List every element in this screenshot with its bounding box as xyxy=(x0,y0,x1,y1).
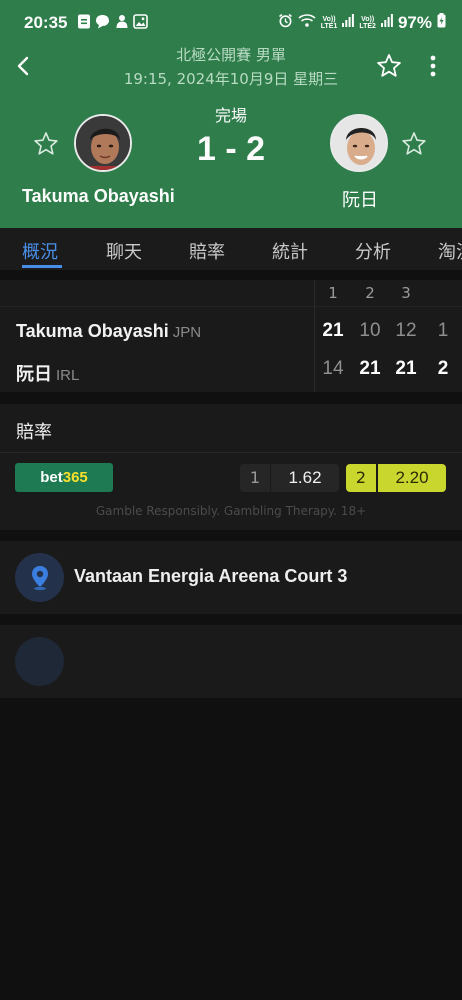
alarm-icon xyxy=(278,13,293,33)
loading-card xyxy=(0,625,462,698)
chat-bubble-icon xyxy=(95,14,110,29)
volte-lte1-label: Vo)) LTE1 xyxy=(320,16,338,30)
back-button[interactable] xyxy=(12,52,36,80)
set-score: 21 xyxy=(395,358,417,379)
match-header: 北極公開賽 男單 19:15, 2024年10月9日 星期三 完場 1 - 2 xyxy=(0,44,462,228)
divider xyxy=(0,452,462,453)
favorite-player-left-button[interactable] xyxy=(32,130,60,158)
player-country: IRL xyxy=(56,367,80,384)
tab-overview[interactable]: 概況 xyxy=(22,238,58,264)
set-header: 2 xyxy=(365,284,375,302)
document-icon xyxy=(76,14,91,29)
match-score: 1 - 2 xyxy=(196,130,266,168)
set-score: 21 xyxy=(359,358,381,379)
odds-title: 賠率 xyxy=(16,422,52,443)
set-header: 1 xyxy=(328,284,338,302)
player-left-avatar[interactable] xyxy=(74,114,132,172)
venue-name: Vantaan Energia Areena Court 3 xyxy=(74,566,348,586)
set-score: 14 xyxy=(322,358,344,379)
more-vertical-icon xyxy=(430,55,436,77)
clock: 20:35 xyxy=(24,13,68,32)
tab-chat[interactable]: 聊天 xyxy=(106,238,142,264)
favorite-player-right-button[interactable] xyxy=(400,130,428,158)
scorecard-player-right: 阮日 IRL xyxy=(16,360,79,386)
player-name: 阮日 xyxy=(16,364,52,384)
player-right-avatar[interactable] xyxy=(330,114,388,172)
tab-stats[interactable]: 統計 xyxy=(272,238,308,264)
placeholder-avatar xyxy=(15,637,64,686)
set-header: 3 xyxy=(401,284,411,302)
set-score: 12 xyxy=(395,320,417,341)
total-sets: 2 xyxy=(437,358,449,379)
tab-knockout[interactable]: 淘汰 xyxy=(438,238,462,264)
set-score: 10 xyxy=(359,320,381,341)
wifi-icon xyxy=(298,13,316,33)
player-left-photo xyxy=(76,116,130,170)
player-right-name[interactable]: 阮日 xyxy=(320,186,400,212)
volte-lte2-label: Vo)) LTE2 xyxy=(359,16,376,30)
set-scores-card: 1 2 3 Takuma Obayashi JPN 21 10 12 1 阮日 IR… xyxy=(0,280,462,392)
player-left-name[interactable]: Takuma Obayashi xyxy=(22,186,175,207)
favorite-match-button[interactable] xyxy=(375,52,403,80)
player-country: JPN xyxy=(172,324,202,341)
star-outline-icon xyxy=(402,132,426,155)
gambling-disclaimer[interactable]: Gamble Responsibly. Gambling Therapy. 18… xyxy=(0,504,462,518)
notification-icons xyxy=(76,14,148,29)
signal-icon xyxy=(342,14,355,32)
set-score: 21 xyxy=(322,320,344,341)
back-arrow-icon xyxy=(17,56,29,76)
player-right-photo xyxy=(332,116,386,170)
star-outline-icon xyxy=(34,132,58,155)
home-odds-value[interactable]: 1.62 xyxy=(271,464,339,492)
away-odds-value[interactable]: 2.20 xyxy=(378,464,446,492)
system-icons: Vo)) LTE1 Vo)) LTE2 97% xyxy=(278,13,446,33)
divider xyxy=(0,306,462,307)
total-sets: 1 xyxy=(437,320,449,341)
match-status: 完場 xyxy=(214,106,247,125)
star-outline-icon xyxy=(377,54,401,77)
bookmaker-logo[interactable]: bet365 xyxy=(15,463,113,492)
tab-bar: 概況 聊天 賠率 統計 分析 淘汰 xyxy=(0,228,462,270)
location-pin-icon xyxy=(31,565,48,590)
odds-card: 賠率 bet365 1 1.62 2 2.20 Gamble Responsib… xyxy=(0,404,462,530)
match-datetime: 19:15, 2024年10月9日 星期三 xyxy=(123,70,339,88)
tab-odds[interactable]: 賠率 xyxy=(189,238,225,264)
bookmaker-name-suffix: 365 xyxy=(62,469,88,486)
venue-card[interactable]: Vantaan Energia Areena Court 3 xyxy=(0,541,462,614)
player-name: Takuma Obayashi xyxy=(16,321,169,341)
venue-icon-container xyxy=(15,553,64,602)
battery-percent: 97% xyxy=(397,13,432,32)
home-odds-label[interactable]: 1 xyxy=(240,464,270,492)
signal-2-icon xyxy=(380,14,393,32)
tab-analysis[interactable]: 分析 xyxy=(355,238,391,264)
active-tab-indicator xyxy=(22,265,62,268)
app-notification-icon xyxy=(114,14,129,29)
status-bar: 20:35 Vo)) LTE1 Vo)) LTE2 97% xyxy=(0,0,462,44)
image-icon xyxy=(133,14,148,29)
scorecard-player-left: Takuma Obayashi JPN xyxy=(16,321,201,342)
more-options-button[interactable] xyxy=(425,52,441,80)
bookmaker-name: bet xyxy=(40,469,63,486)
battery-charging-icon xyxy=(437,13,446,33)
away-odds-label[interactable]: 2 xyxy=(346,464,376,492)
divider xyxy=(314,280,315,392)
tournament-name: 北極公開賽 男單 xyxy=(176,46,286,64)
